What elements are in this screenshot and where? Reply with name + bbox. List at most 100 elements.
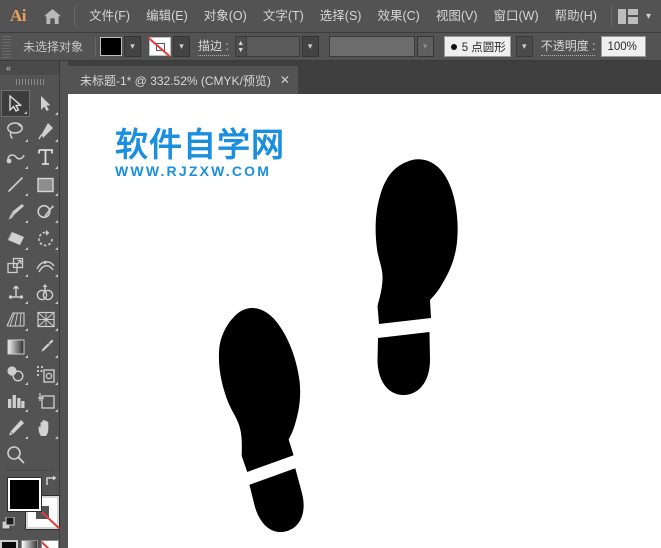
shaper-tool[interactable] — [31, 198, 60, 225]
gradient-mode-button[interactable] — [20, 540, 39, 548]
tools-panel: « — [0, 61, 61, 548]
menu-object[interactable]: 对象(O) — [196, 0, 255, 33]
opacity-label[interactable]: 不透明度 : — [540, 37, 596, 56]
width-tool[interactable] — [31, 252, 60, 279]
stroke-weight-label[interactable]: 描边 : — [198, 37, 229, 56]
gradient-tool[interactable] — [1, 333, 30, 360]
tools-panel-grip[interactable] — [0, 75, 59, 88]
control-bar-grip[interactable] — [2, 35, 11, 58]
tool-corner-indicator — [55, 301, 58, 304]
stroke-weight-control[interactable]: ▲ ▼ ▾ — [234, 36, 319, 57]
symbol-sprayer-tool[interactable] — [31, 360, 60, 387]
stroke-weight-stepper[interactable]: ▲ ▼ — [234, 36, 247, 57]
stroke-profile-field[interactable] — [328, 36, 415, 57]
stroke-swatch[interactable] — [149, 37, 172, 56]
hand-tool[interactable] — [31, 414, 60, 441]
brush-dropdown-button[interactable]: ▾ — [515, 36, 533, 57]
tool-corner-indicator — [55, 112, 58, 115]
menu-select[interactable]: 选择(S) — [312, 0, 370, 33]
menu-edit[interactable]: 编辑(E) — [138, 0, 196, 33]
menu-help[interactable]: 帮助(H) — [547, 0, 605, 33]
eraser-tool[interactable] — [1, 225, 30, 252]
line-segment-tool[interactable] — [1, 171, 30, 198]
canvas-area[interactable]: 软件自学网 WWW.RJZXW.COM — [60, 94, 661, 548]
scale-tool[interactable] — [1, 252, 30, 279]
document-tab[interactable]: 未标题-1* @ 332.52% (CMYK/预览) ✕ — [68, 66, 298, 94]
type-tool[interactable] — [31, 144, 60, 171]
rectangle-tool[interactable] — [31, 171, 60, 198]
slice-tool[interactable] — [1, 414, 30, 441]
fill-swatch[interactable] — [100, 37, 123, 56]
curvature-tool[interactable] — [1, 144, 30, 171]
color-mode-buttons — [0, 540, 59, 548]
tool-corner-indicator — [25, 409, 28, 412]
artboard-tool[interactable] — [31, 387, 60, 414]
brush-preview-icon — [450, 43, 457, 50]
tool-corner-indicator — [25, 139, 28, 142]
stroke-weight-dropdown-button[interactable]: ▾ — [301, 36, 319, 57]
tool-corner-indicator — [25, 301, 28, 304]
direct-selection-tool[interactable] — [31, 90, 60, 117]
stroke-profile-dropdown-button[interactable]: ▾ — [416, 36, 434, 57]
free-transform-tool[interactable] — [1, 279, 30, 306]
tool-corner-indicator — [55, 436, 58, 439]
default-fill-stroke-icon[interactable] — [1, 516, 15, 530]
fill-dropdown-button[interactable]: ▾ — [124, 36, 142, 57]
color-mode-button[interactable] — [0, 540, 18, 548]
menu-type[interactable]: 文字(T) — [255, 0, 312, 33]
tool-corner-indicator — [25, 382, 28, 385]
app-logo: Ai — [9, 6, 26, 25]
menu-view[interactable]: 视图(V) — [428, 0, 486, 33]
stroke-swatch-group[interactable]: ▾ — [149, 36, 191, 57]
stroke-dropdown-button[interactable]: ▾ — [173, 36, 191, 57]
none-mode-button[interactable] — [41, 540, 59, 548]
lasso-tool[interactable] — [1, 117, 30, 144]
rotate-tool[interactable] — [31, 225, 60, 252]
fill-swatch-group[interactable]: ▾ — [100, 36, 142, 57]
artboard[interactable]: 软件自学网 WWW.RJZXW.COM — [68, 94, 661, 548]
blend-tool[interactable] — [1, 360, 30, 387]
tools-divider — [5, 470, 54, 471]
tools-collapse-button[interactable]: « — [0, 61, 59, 75]
tab-bar-left-spacer — [60, 61, 68, 94]
document-tab-bar: 未标题-1* @ 332.52% (CMYK/预览) ✕ — [0, 61, 661, 94]
tool-corner-indicator — [55, 409, 58, 412]
right-footprint-sole — [375, 159, 458, 324]
menu-item-list: 文件(F) 编辑(E) 对象(O) 文字(T) 选择(S) 效果(C) 视图(V… — [81, 0, 605, 33]
menu-divider-right — [610, 6, 612, 26]
stroke-weight-input[interactable] — [246, 36, 300, 57]
tool-corner-indicator — [55, 166, 58, 169]
selection-status-label: 未选择对象 — [23, 40, 84, 54]
shape-builder-tool[interactable] — [31, 279, 60, 306]
close-icon[interactable]: ✕ — [280, 74, 290, 86]
brush-definition-field[interactable]: 5 点圆形 — [443, 36, 511, 57]
chevron-down-icon[interactable]: ▾ — [646, 11, 651, 22]
perspective-grid-tool[interactable] — [1, 306, 30, 333]
tools-grid — [0, 88, 59, 468]
menu-effect[interactable]: 效果(C) — [369, 0, 427, 33]
shoe-footprints-artwork[interactable] — [68, 94, 661, 548]
tool-corner-indicator — [25, 166, 28, 169]
mesh-tool[interactable] — [31, 306, 60, 333]
tool-corner-indicator — [25, 355, 28, 358]
tool-corner-indicator — [55, 382, 58, 385]
menu-window[interactable]: 窗口(W) — [485, 0, 546, 33]
workspace-switcher[interactable]: ▾ — [605, 0, 661, 33]
column-graph-tool[interactable] — [1, 387, 30, 414]
left-footprint-sole — [218, 308, 301, 472]
eyedropper-tool[interactable] — [31, 333, 60, 360]
menu-file[interactable]: 文件(F) — [81, 0, 138, 33]
home-icon[interactable] — [36, 0, 68, 33]
zoom-tool[interactable] — [1, 441, 30, 468]
tool-corner-indicator — [55, 220, 58, 223]
tool-corner-indicator — [25, 436, 28, 439]
tool-corner-indicator — [25, 328, 28, 331]
fill-color-swatch[interactable] — [7, 477, 42, 512]
swap-fill-stroke-icon[interactable] — [44, 474, 58, 488]
selection-tool[interactable] — [1, 90, 30, 117]
paintbrush-tool[interactable] — [1, 198, 30, 225]
tool-corner-indicator — [24, 111, 27, 114]
opacity-input[interactable]: 100% — [601, 36, 647, 57]
tool-corner-indicator — [55, 355, 58, 358]
pen-tool[interactable] — [31, 117, 60, 144]
